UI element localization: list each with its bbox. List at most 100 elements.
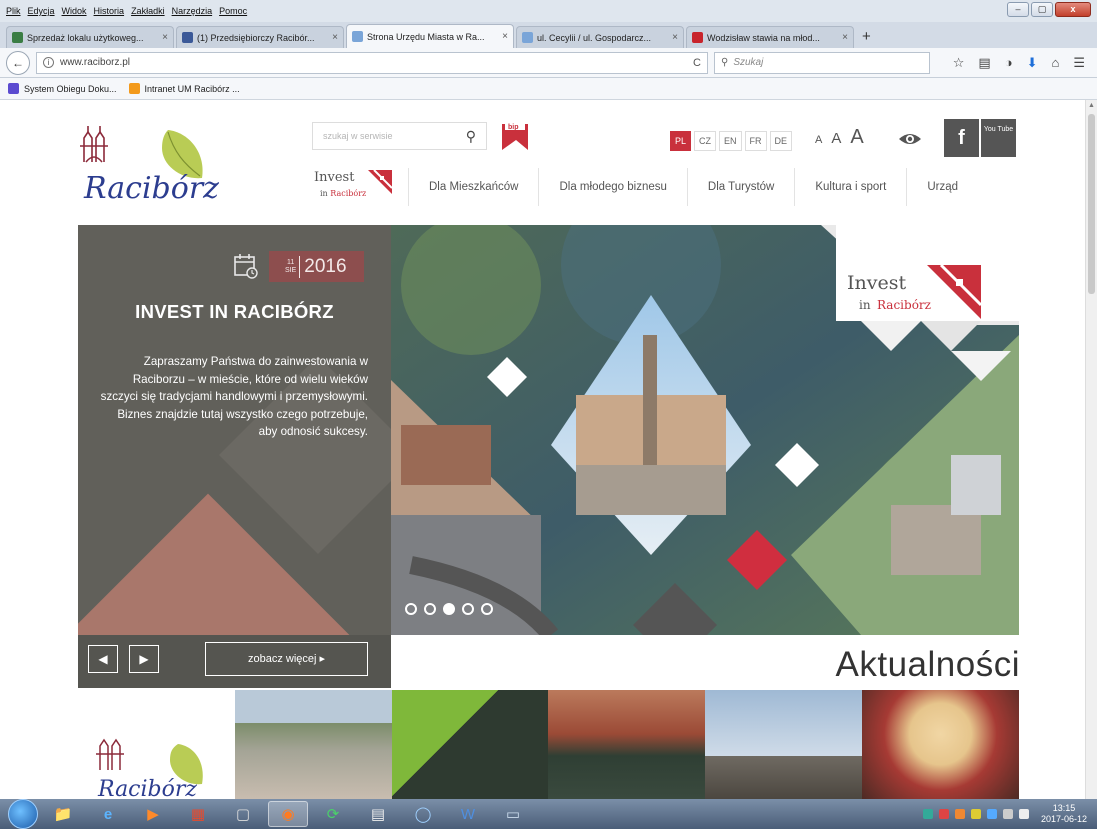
tab-close-icon[interactable]: × xyxy=(842,32,848,43)
slide-title[interactable]: INVEST IN RACIBÓRZ xyxy=(78,301,391,323)
see-more-button[interactable]: zobacz więcej ▸ xyxy=(205,642,368,676)
back-button[interactable]: ← xyxy=(6,50,30,75)
hamburger-menu-icon[interactable]: ☰ xyxy=(1073,55,1085,71)
nav-urzad[interactable]: Urząd xyxy=(906,168,978,206)
ie-taskbar-icon[interactable]: e xyxy=(88,801,128,827)
close-window-button[interactable]: x xyxy=(1055,2,1091,17)
tray-icon[interactable] xyxy=(986,809,997,819)
site-info-icon[interactable]: i xyxy=(43,57,54,68)
network-taskbar-icon[interactable]: ◯ xyxy=(403,801,443,827)
taskbar-clock[interactable]: 13:15 2017-06-12 xyxy=(1041,803,1087,825)
menu-historia[interactable]: Historia xyxy=(94,6,125,16)
nav-dla-mieszkancow[interactable]: Dla Mieszkańców xyxy=(408,168,538,206)
tab-close-icon[interactable]: × xyxy=(502,31,508,42)
nav-dla-turystow[interactable]: Dla Turystów xyxy=(686,168,794,206)
start-button[interactable] xyxy=(8,799,38,829)
news-thumb-crowd[interactable] xyxy=(234,690,392,799)
page-scrollbar[interactable]: ▲ xyxy=(1085,100,1097,799)
slide-date-badge: 11 SIE 2016 xyxy=(269,251,364,282)
browser-tab-1[interactable]: Sprzedaż lokalu użytkoweg... × xyxy=(6,26,174,48)
slider-dot-2[interactable] xyxy=(424,603,436,615)
news-thumb-machine[interactable] xyxy=(548,690,706,799)
scrollbar-thumb[interactable] xyxy=(1088,114,1095,294)
firefox-taskbar-icon[interactable]: ◉ xyxy=(268,801,308,827)
tray-icon[interactable] xyxy=(954,809,965,819)
menu-widok[interactable]: Widok xyxy=(62,6,87,16)
tray-icon[interactable] xyxy=(970,809,981,819)
raciborz-logo[interactable]: Racibórz xyxy=(78,122,238,210)
menu-edycja[interactable]: Edycja xyxy=(28,6,55,16)
slider-prev-button[interactable]: ◀ xyxy=(88,645,118,673)
menu-plik[interactable]: Plik xyxy=(6,6,21,16)
invest-in-raciborz-nav[interactable]: Invest in Racibórz xyxy=(312,168,394,206)
slide-image[interactable]: Invest in Racibórz xyxy=(391,225,1019,635)
browser-tab-2[interactable]: (1) Przedsiębiorczy Racibór... × xyxy=(176,26,344,48)
font-size-medium[interactable]: A xyxy=(831,130,841,147)
explorer-taskbar-icon[interactable]: 📁 xyxy=(43,801,83,827)
nav-kultura-i-sport[interactable]: Kultura i sport xyxy=(794,168,906,206)
tray-icon[interactable] xyxy=(1002,809,1013,819)
slider-dot-1[interactable] xyxy=(405,603,417,615)
browser-tab-3-active[interactable]: Strona Urzędu Miasta w Ra... × xyxy=(346,24,514,48)
lang-de[interactable]: DE xyxy=(769,131,793,151)
volume-icon[interactable] xyxy=(1018,809,1029,819)
lang-cz[interactable]: CZ xyxy=(694,131,717,151)
site-search-input[interactable]: szukaj w serwisie ⚲ xyxy=(312,122,487,150)
sync-taskbar-icon[interactable]: ⟳ xyxy=(313,801,353,827)
contrast-eye-icon[interactable] xyxy=(898,131,922,147)
office-taskbar-icon[interactable]: ▦ xyxy=(178,801,218,827)
menu-zakladki[interactable]: Zakładki xyxy=(131,6,165,16)
menu-narzedzia[interactable]: Narzędzia xyxy=(172,6,213,16)
tab-close-icon[interactable]: × xyxy=(332,32,338,43)
bookmark-intranet[interactable]: Intranet UM Racibórz ... xyxy=(128,83,240,94)
scroll-up-icon[interactable]: ▲ xyxy=(1088,102,1095,109)
browser-tab-5[interactable]: Wodzisław stawia na młod... × xyxy=(686,26,854,48)
pocket-icon[interactable]: ◑ xyxy=(1005,55,1013,71)
news-heading: Aktualności xyxy=(835,645,1020,684)
calendar-icon xyxy=(234,254,258,279)
lang-pl[interactable]: PL xyxy=(670,131,692,151)
slider-next-button[interactable]: ▶ xyxy=(129,645,159,673)
bookmark-star-icon[interactable]: ☆ xyxy=(953,55,965,71)
minimize-button[interactable]: – xyxy=(1007,2,1029,17)
maximize-button[interactable]: ▢ xyxy=(1031,2,1053,17)
address-bar[interactable]: i www.raciborz.pl C xyxy=(36,51,708,74)
url-text[interactable]: www.raciborz.pl xyxy=(60,57,693,68)
home-icon[interactable]: ⌂ xyxy=(1051,55,1059,71)
folder-taskbar-icon[interactable]: ▢ xyxy=(223,801,263,827)
tab-close-icon[interactable]: × xyxy=(162,32,168,43)
search-icon[interactable]: ⚲ xyxy=(466,128,476,145)
news-thumb-tower[interactable] xyxy=(705,690,862,799)
invest-logo-line2-prefix: in xyxy=(859,298,871,312)
lang-en[interactable]: EN xyxy=(719,131,742,151)
bookmark-system-obiegu[interactable]: System Obiegu Doku... xyxy=(8,83,117,94)
bookmarks-library-icon[interactable]: ▤ xyxy=(978,55,990,71)
slider-dot-3-active[interactable] xyxy=(443,603,455,615)
reload-icon[interactable]: C xyxy=(693,57,701,69)
app-taskbar-icon[interactable]: ▤ xyxy=(358,801,398,827)
slider-dot-4[interactable] xyxy=(462,603,474,615)
new-tab-button[interactable]: + xyxy=(862,26,871,48)
news-thumb-child[interactable] xyxy=(861,690,1019,799)
tab-label: ul. Cecylii / ul. Gospodarcz... xyxy=(537,32,652,43)
facebook-button[interactable]: f xyxy=(944,119,979,157)
lang-fr[interactable]: FR xyxy=(744,131,767,151)
media-player-taskbar-icon[interactable]: ▶ xyxy=(133,801,173,827)
bip-link[interactable]: bip xyxy=(500,120,530,152)
tab-close-icon[interactable]: × xyxy=(672,32,678,43)
window-taskbar-icon[interactable]: ▭ xyxy=(493,801,533,827)
tray-icon[interactable] xyxy=(922,809,933,819)
word-taskbar-icon[interactable]: W xyxy=(448,801,488,827)
font-size-small[interactable]: A xyxy=(815,134,822,146)
browser-tab-4[interactable]: ul. Cecylii / ul. Gospodarcz... × xyxy=(516,26,684,48)
news-thumb-logo[interactable]: Racibórz xyxy=(78,690,235,799)
download-icon[interactable]: ⬇ xyxy=(1027,55,1038,71)
nav-dla-mlodego-biznesu[interactable]: Dla młodego biznesu xyxy=(538,168,686,206)
font-size-large[interactable]: A xyxy=(850,126,863,149)
news-thumb-poster[interactable] xyxy=(391,690,549,799)
slider-dot-5[interactable] xyxy=(481,603,493,615)
tray-icon[interactable] xyxy=(938,809,949,819)
menu-pomoc[interactable]: Pomoc xyxy=(219,6,247,16)
youtube-button[interactable]: You Tube xyxy=(981,119,1016,157)
browser-search-input[interactable]: ⚲ Szukaj xyxy=(714,51,930,74)
